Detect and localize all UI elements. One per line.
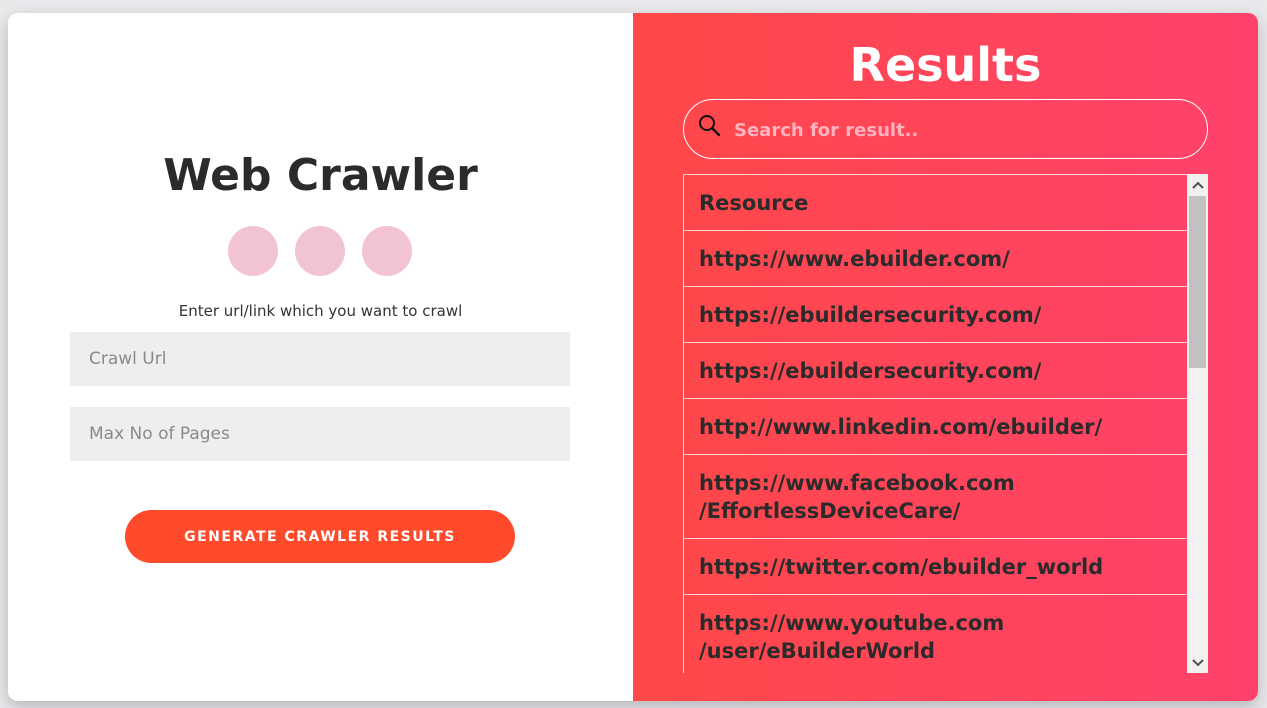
table-row[interactable]: https://www.ebuilder.com/ <box>684 231 1188 287</box>
search-input[interactable] <box>732 112 1196 148</box>
results-search-box[interactable] <box>683 99 1208 159</box>
page-title: Web Crawler <box>163 150 478 201</box>
table-row[interactable]: https://www.youtube.com /user/eBuilderWo… <box>684 595 1188 673</box>
social-dots <box>228 226 412 276</box>
social-dot[interactable] <box>295 226 345 276</box>
scrollbar-thumb[interactable] <box>1189 196 1206 368</box>
table-row[interactable]: https://www.facebook.com /EffortlessDevi… <box>684 455 1188 539</box>
table-row[interactable]: https://ebuildersecurity.com/ <box>684 343 1188 399</box>
results-rows: Resource https://www.ebuilder.com/ https… <box>683 174 1188 673</box>
social-dot[interactable] <box>228 226 278 276</box>
results-table: Resource https://www.ebuilder.com/ https… <box>683 174 1208 673</box>
generate-results-button[interactable]: GENERATE CRAWLER RESULTS <box>125 510 515 563</box>
search-icon <box>698 114 722 142</box>
crawler-card: Web Crawler Enter url/link which you wan… <box>8 13 1258 701</box>
table-header: Resource <box>684 175 1188 231</box>
max-pages-input[interactable] <box>70 407 570 461</box>
results-title: Results <box>849 38 1042 92</box>
social-dot[interactable] <box>362 226 412 276</box>
url-hint: Enter url/link which you want to crawl <box>178 302 463 320</box>
scroll-up-icon[interactable] <box>1187 174 1208 195</box>
table-row[interactable]: http://www.linkedin.com/ebuilder/ <box>684 399 1188 455</box>
crawl-url-input[interactable] <box>70 332 570 386</box>
scroll-down-icon[interactable] <box>1187 652 1208 673</box>
table-row[interactable]: https://ebuildersecurity.com/ <box>684 287 1188 343</box>
results-scrollbar[interactable] <box>1187 174 1208 673</box>
table-row[interactable]: https://twitter.com/ebuilder_world <box>684 539 1188 595</box>
crawler-panel: Web Crawler Enter url/link which you wan… <box>8 13 633 701</box>
results-panel: Results Resource https://www.ebuilder.co… <box>633 13 1258 701</box>
